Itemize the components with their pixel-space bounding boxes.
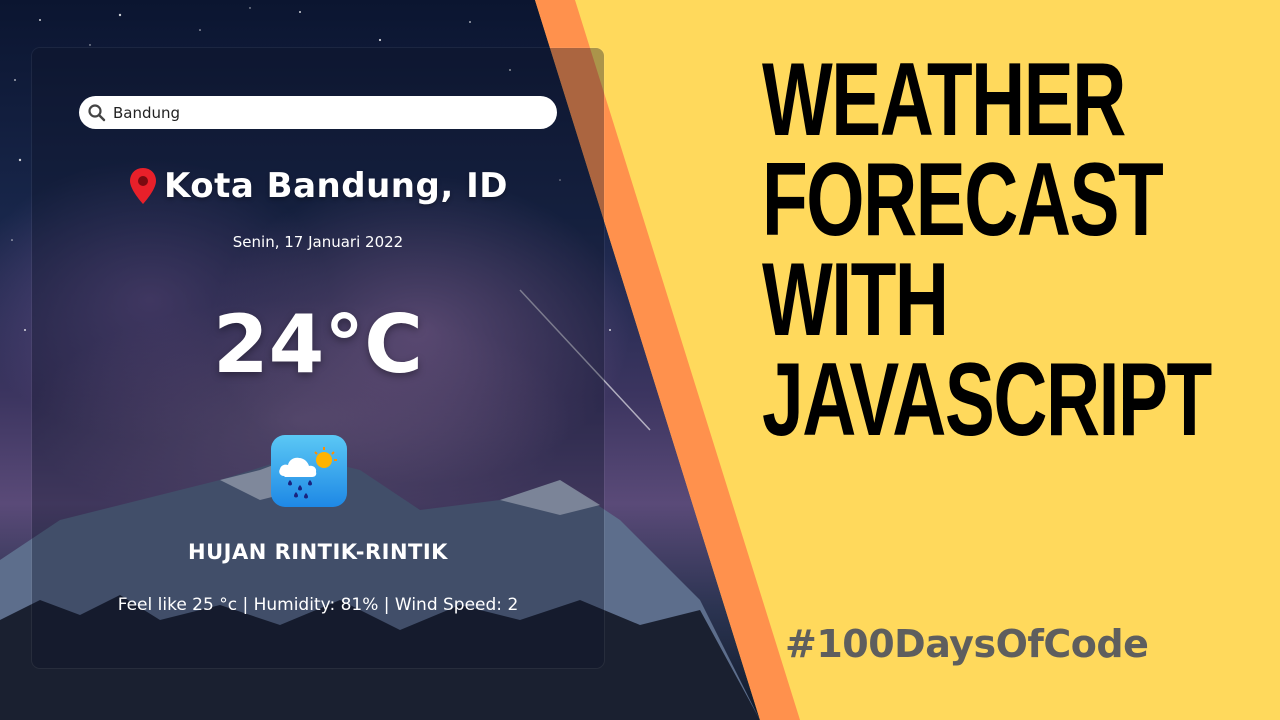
- weather-card: Kota Bandung, ID Senin, 17 Januari 2022 …: [32, 48, 604, 668]
- location-row: Kota Bandung, ID: [32, 166, 604, 206]
- hashtag: #100DaysOfCode: [785, 622, 1149, 666]
- current-date: Senin, 17 Januari 2022: [232, 233, 404, 251]
- location-pin-icon: [130, 168, 157, 204]
- search-bar[interactable]: [79, 96, 557, 129]
- weather-description: HUJAN RINTIK-RINTIK: [188, 540, 448, 564]
- headline-line-2: FORECAST: [762, 142, 1164, 258]
- temperature: 24°C: [212, 298, 424, 391]
- search-icon[interactable]: [87, 103, 107, 123]
- headline-line-1: WEATHER: [762, 42, 1126, 158]
- weather-details: Feel like 25 °c | Humidity: 81% | Wind S…: [117, 595, 519, 615]
- headline-line-3: WITH: [762, 242, 949, 358]
- headline-line-4: JAVASCRIPT: [762, 342, 1212, 458]
- city-name: Kota Bandung, ID: [164, 166, 508, 206]
- rain-sun-cloud-icon: [271, 435, 347, 507]
- headline: WEATHER FORECAST WITH JAVASCRIPT: [762, 42, 1212, 458]
- thumbnail-page: Kota Bandung, ID Senin, 17 Januari 2022 …: [0, 0, 1280, 720]
- search-input[interactable]: [111, 102, 535, 123]
